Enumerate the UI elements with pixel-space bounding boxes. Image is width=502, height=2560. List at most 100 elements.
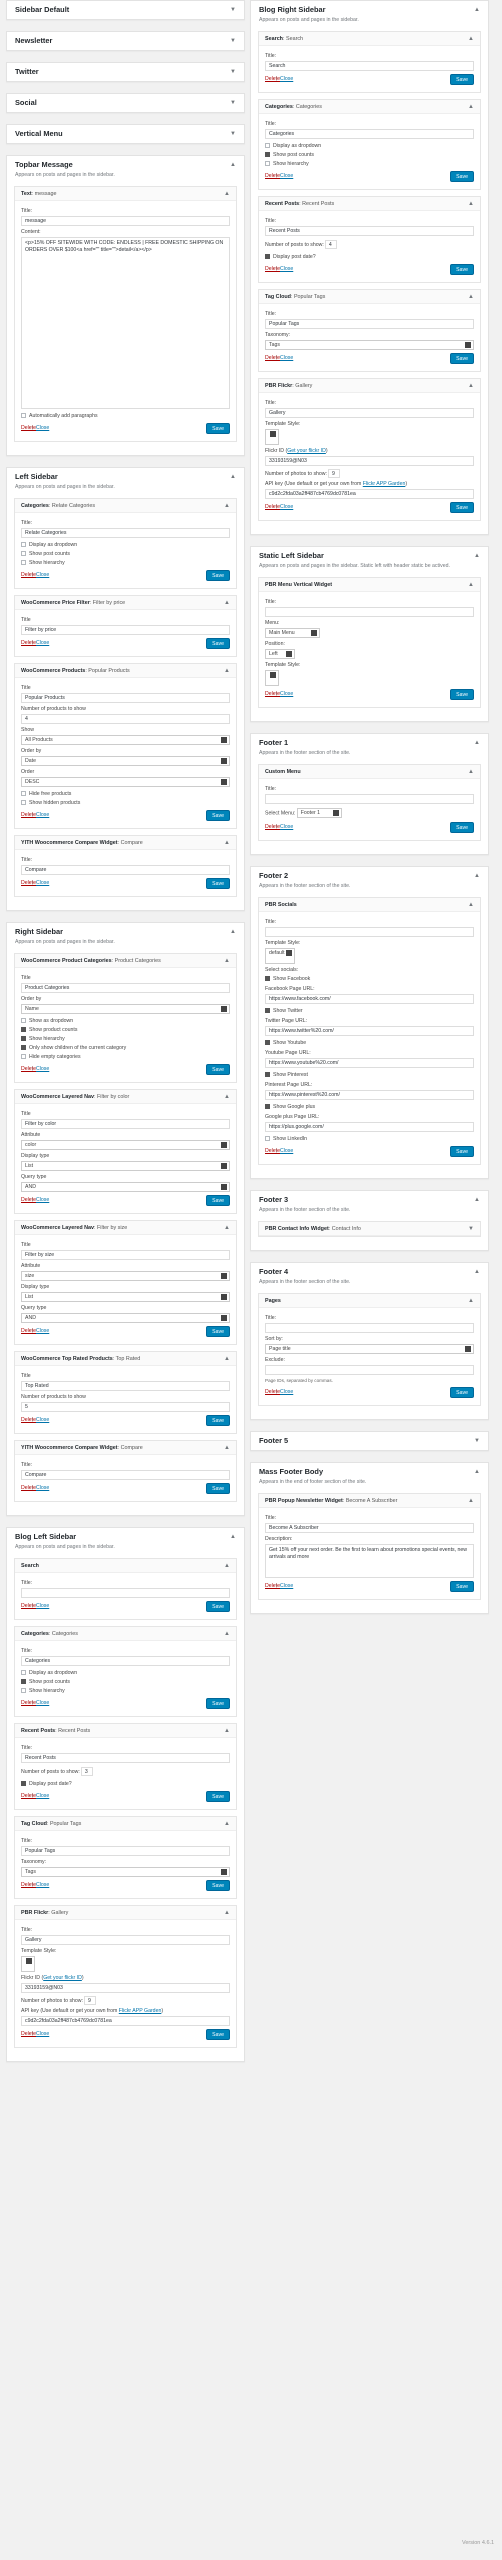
option-checkbox[interactable]: Display post date?: [265, 253, 474, 261]
widget-header[interactable]: PBR Contact Info Widget: Contact Info ▼: [259, 1222, 480, 1236]
widget-header[interactable]: Categories: Categories ▲: [15, 1627, 236, 1641]
caret-down-icon[interactable]: ▼: [230, 32, 236, 50]
position-select[interactable]: Left: [265, 649, 295, 659]
delete-link[interactable]: Delete: [265, 691, 280, 697]
exclude-input[interactable]: [265, 1365, 474, 1375]
close-link[interactable]: Close: [36, 640, 49, 646]
option-checkbox[interactable]: Display as dropdown: [265, 142, 474, 150]
pinterest-url-input[interactable]: https://www.pinterest%20.com/: [265, 1090, 474, 1100]
caret-up-icon[interactable]: ▲: [224, 664, 230, 678]
caret-down-icon[interactable]: ▼: [230, 63, 236, 81]
caret-up-icon[interactable]: ▲: [474, 1191, 480, 1209]
delete-link[interactable]: Delete: [21, 2031, 36, 2037]
number-input[interactable]: 9: [328, 469, 340, 478]
title-input[interactable]: Filter by size: [21, 1250, 230, 1260]
title-input[interactable]: [265, 927, 474, 937]
show-linkedin-checkbox[interactable]: Show LinkedIn: [265, 1135, 474, 1143]
widget-header[interactable]: YITH Woocommerce Compare Widget: Compare…: [15, 836, 236, 850]
caret-up-icon[interactable]: ▲: [468, 290, 474, 304]
auto-paragraph-checkbox[interactable]: Automatically add paragraphs: [21, 412, 230, 420]
widget-header[interactable]: WooCommerce Product Categories: Product …: [15, 954, 236, 968]
number-input[interactable]: 4: [21, 714, 230, 724]
template-style-select[interactable]: [265, 429, 279, 445]
widget-header[interactable]: WooCommerce Price Filter: Filter by pric…: [15, 596, 236, 610]
caret-down-icon[interactable]: ▼: [230, 94, 236, 112]
close-link[interactable]: Close: [280, 76, 293, 82]
option-checkbox[interactable]: Hide empty categories: [21, 1053, 230, 1061]
widget-header[interactable]: PBR Popup Newsletter Widget: Become A Su…: [259, 1494, 480, 1508]
save-button[interactable]: Save: [450, 502, 474, 513]
title-input[interactable]: Gallery: [21, 1935, 230, 1945]
flickr-id-link[interactable]: Get your flickr ID: [287, 448, 326, 454]
taxonomy-select[interactable]: Tags: [21, 1867, 230, 1877]
title-input[interactable]: Categories: [265, 129, 474, 139]
save-button[interactable]: Save: [450, 689, 474, 700]
widget-header[interactable]: PBR Flickr: Gallery ▲: [15, 1906, 236, 1920]
caret-up-icon[interactable]: ▲: [224, 1724, 230, 1738]
save-button[interactable]: Save: [206, 570, 230, 581]
delete-link[interactable]: Delete: [21, 640, 36, 646]
number-input[interactable]: 4: [324, 240, 337, 249]
caret-up-icon[interactable]: ▲: [230, 156, 236, 174]
template-style-select[interactable]: [21, 1956, 35, 1972]
save-button[interactable]: Save: [206, 1195, 230, 1206]
close-link[interactable]: Close: [280, 1389, 293, 1395]
query-type-select[interactable]: AND: [21, 1182, 230, 1192]
title-input[interactable]: [265, 607, 474, 617]
delete-link[interactable]: Delete: [265, 1389, 280, 1395]
option-checkbox[interactable]: Show hierarchy: [265, 160, 474, 168]
close-link[interactable]: Close: [36, 1328, 49, 1334]
save-button[interactable]: Save: [450, 264, 474, 275]
delete-link[interactable]: Delete: [21, 1793, 36, 1799]
caret-down-icon[interactable]: ▼: [468, 1222, 474, 1236]
widget-header[interactable]: PBR Flickr: Gallery ▲: [259, 379, 480, 393]
display-type-select[interactable]: List: [21, 1161, 230, 1171]
save-button[interactable]: Save: [206, 1326, 230, 1337]
option-checkbox[interactable]: Hide free products: [21, 790, 230, 798]
caret-up-icon[interactable]: ▲: [230, 923, 236, 941]
close-link[interactable]: Close: [280, 1583, 293, 1589]
sidebar-vertical-menu[interactable]: Vertical Menu ▼: [6, 124, 245, 144]
sidebar-social[interactable]: Social ▼: [6, 93, 245, 113]
orderby-select[interactable]: Name: [21, 1004, 230, 1014]
close-link[interactable]: Close: [36, 1700, 49, 1706]
close-link[interactable]: Close: [280, 173, 293, 179]
close-link[interactable]: Close: [280, 824, 293, 830]
save-button[interactable]: Save: [206, 638, 230, 649]
delete-link[interactable]: Delete: [265, 355, 280, 361]
caret-up-icon[interactable]: ▲: [224, 1221, 230, 1235]
caret-up-icon[interactable]: ▲: [224, 1627, 230, 1641]
delete-link[interactable]: Delete: [21, 1417, 36, 1423]
orderby-select[interactable]: Date: [21, 756, 230, 766]
caret-up-icon[interactable]: ▲: [468, 197, 474, 211]
delete-link[interactable]: Delete: [265, 824, 280, 830]
option-checkbox[interactable]: Show hierarchy: [21, 1035, 230, 1043]
flickr-id-input[interactable]: 33193159@N03: [21, 1983, 230, 1993]
close-link[interactable]: Close: [36, 1197, 49, 1203]
caret-up-icon[interactable]: ▲: [474, 734, 480, 752]
option-checkbox[interactable]: Show hierarchy: [21, 1687, 230, 1695]
widget-header[interactable]: Recent Posts: Recent Posts ▲: [259, 197, 480, 211]
caret-down-icon[interactable]: ▼: [230, 1, 236, 19]
caret-up-icon[interactable]: ▲: [224, 1441, 230, 1455]
delete-link[interactable]: Delete: [21, 1485, 36, 1491]
close-link[interactable]: Close: [280, 266, 293, 272]
widget-header[interactable]: PBR Socials ▲: [259, 898, 480, 912]
caret-up-icon[interactable]: ▲: [468, 1494, 474, 1508]
title-input[interactable]: Filter by color: [21, 1119, 230, 1129]
order-select[interactable]: DESC: [21, 777, 230, 787]
close-link[interactable]: Close: [36, 1882, 49, 1888]
caret-up-icon[interactable]: ▲: [224, 1817, 230, 1831]
title-input[interactable]: [21, 1588, 230, 1598]
close-link[interactable]: Close: [280, 1148, 293, 1154]
close-link[interactable]: Close: [36, 2031, 49, 2037]
title-input[interactable]: [265, 1323, 474, 1333]
facebook-url-input[interactable]: https://www.facebook.com/: [265, 994, 474, 1004]
widget-header[interactable]: Categories: Categories ▲: [259, 100, 480, 114]
title-input[interactable]: Filter by price: [21, 625, 230, 635]
delete-link[interactable]: Delete: [21, 1882, 36, 1888]
save-button[interactable]: Save: [206, 1698, 230, 1709]
title-input[interactable]: Popular Tags: [265, 319, 474, 329]
save-button[interactable]: Save: [206, 1064, 230, 1075]
title-input[interactable]: Relate Categories: [21, 528, 230, 538]
